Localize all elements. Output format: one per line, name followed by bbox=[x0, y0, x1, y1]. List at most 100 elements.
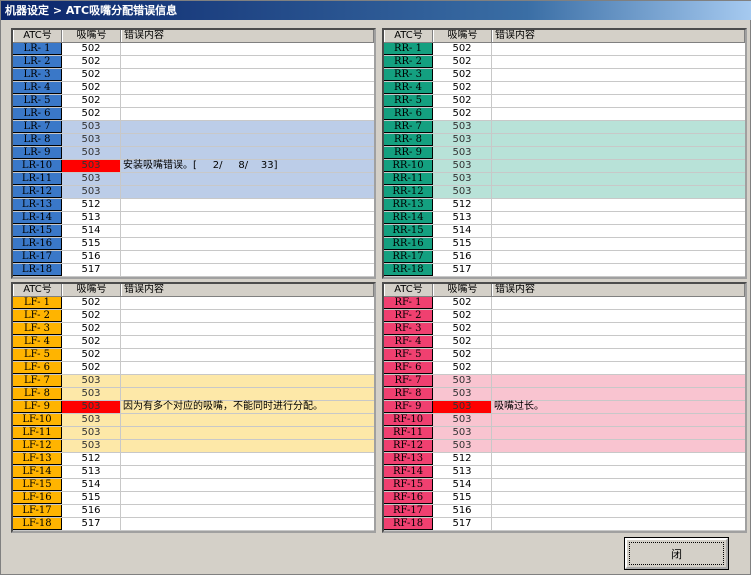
table-row[interactable]: LF- 1 502 bbox=[13, 297, 374, 310]
nozzle-cell: 503 bbox=[62, 375, 121, 387]
header-error[interactable]: 错误内容 bbox=[492, 284, 745, 296]
table-row[interactable]: LF- 6 502 bbox=[13, 362, 374, 375]
error-cell bbox=[121, 186, 374, 198]
table-row[interactable]: LR-17 516 bbox=[13, 251, 374, 264]
header-nozzle[interactable]: 吸嘴号 bbox=[62, 30, 121, 42]
table-row[interactable]: LF-17 516 bbox=[13, 505, 374, 518]
header-nozzle[interactable]: 吸嘴号 bbox=[433, 30, 492, 42]
table-row[interactable]: RR- 3 502 bbox=[384, 69, 745, 82]
table-row[interactable]: LR- 3 502 bbox=[13, 69, 374, 82]
table-header: ATC号 吸嘴号 错误内容 bbox=[13, 284, 374, 297]
table-row[interactable]: RR-17 516 bbox=[384, 251, 745, 264]
nozzle-cell: 502 bbox=[433, 69, 492, 81]
nozzle-cell: 517 bbox=[433, 264, 492, 276]
nozzle-cell: 502 bbox=[433, 362, 492, 374]
error-cell bbox=[492, 251, 745, 263]
error-cell bbox=[121, 453, 374, 465]
table-row[interactable]: RR- 4 502 bbox=[384, 82, 745, 95]
table-row[interactable]: RF- 7 503 bbox=[384, 375, 745, 388]
table-row[interactable]: RR-14 513 bbox=[384, 212, 745, 225]
header-atc[interactable]: ATC号 bbox=[13, 30, 62, 42]
table-row[interactable]: RF- 4 502 bbox=[384, 336, 745, 349]
atc-cell: RR-15 bbox=[384, 225, 433, 237]
table-row[interactable]: RR-16 515 bbox=[384, 238, 745, 251]
table-row[interactable]: RF- 1 502 bbox=[384, 297, 745, 310]
table-row[interactable]: LR- 4 502 bbox=[13, 82, 374, 95]
table-row[interactable]: RF- 6 502 bbox=[384, 362, 745, 375]
table-row[interactable]: RR- 9 503 bbox=[384, 147, 745, 160]
table-row[interactable]: RR- 5 502 bbox=[384, 95, 745, 108]
header-error[interactable]: 错误内容 bbox=[492, 30, 745, 42]
atc-cell: RF-12 bbox=[384, 440, 433, 452]
table-row[interactable]: LR- 8 503 bbox=[13, 134, 374, 147]
table-row[interactable]: LF- 4 502 bbox=[13, 336, 374, 349]
close-button[interactable]: 闭 bbox=[624, 537, 729, 570]
table-row[interactable]: LF-14 513 bbox=[13, 466, 374, 479]
table-row[interactable]: RF-11 503 bbox=[384, 427, 745, 440]
table-row[interactable]: LR- 7 503 bbox=[13, 121, 374, 134]
atc-cell: RF- 1 bbox=[384, 297, 433, 309]
header-error[interactable]: 错误内容 bbox=[121, 284, 374, 296]
table-row[interactable]: LR-16 515 bbox=[13, 238, 374, 251]
table-row[interactable]: RR-11 503 bbox=[384, 173, 745, 186]
table-row[interactable]: LF-13 512 bbox=[13, 453, 374, 466]
table-row[interactable]: LF-15 514 bbox=[13, 479, 374, 492]
table-row[interactable]: LR- 5 502 bbox=[13, 95, 374, 108]
table-row[interactable]: LR-18 517 bbox=[13, 264, 374, 277]
table-row[interactable]: RR- 8 503 bbox=[384, 134, 745, 147]
table-row[interactable]: LF-10 503 bbox=[13, 414, 374, 427]
table-row[interactable]: LR-12 503 bbox=[13, 186, 374, 199]
table-row[interactable]: RR- 6 502 bbox=[384, 108, 745, 121]
table-row[interactable]: LR- 9 503 bbox=[13, 147, 374, 160]
table-row[interactable]: RF- 5 502 bbox=[384, 349, 745, 362]
table-row[interactable]: LR-15 514 bbox=[13, 225, 374, 238]
table-row[interactable]: LF- 3 502 bbox=[13, 323, 374, 336]
header-nozzle[interactable]: 吸嘴号 bbox=[62, 284, 121, 296]
table-row[interactable]: RF-14 513 bbox=[384, 466, 745, 479]
table-row[interactable]: RR-15 514 bbox=[384, 225, 745, 238]
table-row[interactable]: RR-12 503 bbox=[384, 186, 745, 199]
error-cell bbox=[121, 69, 374, 81]
header-atc[interactable]: ATC号 bbox=[384, 284, 433, 296]
nozzle-cell: 503 bbox=[433, 173, 492, 185]
table-row[interactable]: RR-18 517 bbox=[384, 264, 745, 277]
table-row[interactable]: LF-11 503 bbox=[13, 427, 374, 440]
header-atc[interactable]: ATC号 bbox=[384, 30, 433, 42]
table-row[interactable]: RF-12 503 bbox=[384, 440, 745, 453]
table-row[interactable]: RF-16 515 bbox=[384, 492, 745, 505]
table-row[interactable]: RR-13 512 bbox=[384, 199, 745, 212]
table-row[interactable]: LF- 7 503 bbox=[13, 375, 374, 388]
table-row[interactable]: RF-13 512 bbox=[384, 453, 745, 466]
table-row[interactable]: RF-18 517 bbox=[384, 518, 745, 531]
table-row[interactable]: RF- 9 503 吸嘴过长。 bbox=[384, 401, 745, 414]
table-row[interactable]: RR- 2 502 bbox=[384, 56, 745, 69]
table-row[interactable]: LF-12 503 bbox=[13, 440, 374, 453]
table-row[interactable]: LR- 1 502 bbox=[13, 43, 374, 56]
table-row[interactable]: LR-13 512 bbox=[13, 199, 374, 212]
table-row[interactable]: LF- 8 503 bbox=[13, 388, 374, 401]
nozzle-cell: 512 bbox=[433, 453, 492, 465]
table-row[interactable]: RR- 1 502 bbox=[384, 43, 745, 56]
table-row[interactable]: RF-15 514 bbox=[384, 479, 745, 492]
table-row[interactable]: LR- 6 502 bbox=[13, 108, 374, 121]
header-error[interactable]: 错误内容 bbox=[121, 30, 374, 42]
table-row[interactable]: RR- 7 503 bbox=[384, 121, 745, 134]
error-cell bbox=[492, 297, 745, 309]
table-row[interactable]: RR-10 503 bbox=[384, 160, 745, 173]
table-row[interactable]: LF-16 515 bbox=[13, 492, 374, 505]
table-row[interactable]: RF- 2 502 bbox=[384, 310, 745, 323]
table-row[interactable]: RF-10 503 bbox=[384, 414, 745, 427]
table-row[interactable]: LF- 9 503 因为有多个对应的吸嘴，不能同时进行分配。 bbox=[13, 401, 374, 414]
table-row[interactable]: RF-17 516 bbox=[384, 505, 745, 518]
table-row[interactable]: RF- 8 503 bbox=[384, 388, 745, 401]
table-row[interactable]: LF- 2 502 bbox=[13, 310, 374, 323]
header-nozzle[interactable]: 吸嘴号 bbox=[433, 284, 492, 296]
table-row[interactable]: LR-10 503 安装吸嘴错误。[ 2/ 8/ 33] bbox=[13, 160, 374, 173]
table-row[interactable]: LR- 2 502 bbox=[13, 56, 374, 69]
table-row[interactable]: LR-14 513 bbox=[13, 212, 374, 225]
table-row[interactable]: LF-18 517 bbox=[13, 518, 374, 531]
table-row[interactable]: RF- 3 502 bbox=[384, 323, 745, 336]
header-atc[interactable]: ATC号 bbox=[13, 284, 62, 296]
table-row[interactable]: LF- 5 502 bbox=[13, 349, 374, 362]
table-row[interactable]: LR-11 503 bbox=[13, 173, 374, 186]
